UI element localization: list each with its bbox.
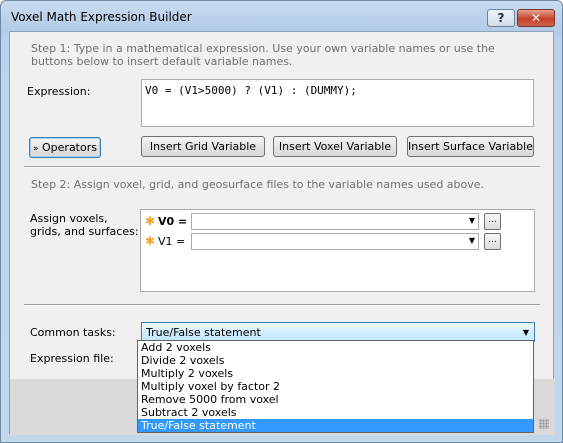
required-star-icon: ✱ — [145, 214, 156, 228]
dropdown-arrow-icon: ▼ — [522, 328, 529, 337]
step1-instructions: Step 1: Type in a mathematical expressio… — [31, 42, 495, 68]
dropdown-arrow-icon: ▼ — [468, 236, 475, 245]
variable-assignment-list: ✱ V0 = ▼ ... ✱ V1 = ▼ ... — [140, 209, 535, 292]
operators-button[interactable]: » Operators — [29, 137, 101, 158]
window-title: Voxel Math Expression Builder — [11, 10, 192, 24]
assign-label: Assign voxels, grids, and surfaces: — [30, 212, 139, 238]
insert-grid-variable-button[interactable]: Insert Grid Variable — [141, 136, 265, 157]
title-bar[interactable]: Voxel Math Expression Builder ? ✕ — [1, 1, 562, 31]
common-tasks-combobox[interactable]: True/False statement ▼ — [141, 322, 535, 342]
expression-input[interactable]: V0 = (V1>5000) ? (V1) : (DUMMY); — [141, 79, 534, 127]
operators-label: Operators — [42, 141, 97, 154]
dropdown-option[interactable]: Multiply voxel by factor 2 — [138, 380, 533, 393]
common-tasks-selected: True/False statement — [146, 326, 261, 339]
dropdown-option[interactable]: Subtract 2 voxels — [138, 406, 533, 419]
separator-2 — [24, 304, 540, 306]
dropdown-arrow-icon: ▼ — [468, 216, 475, 225]
variable-row-v1: ✱ V1 = ▼ ... — [143, 233, 533, 250]
browse-button-v0[interactable]: ... — [484, 213, 501, 230]
common-tasks-dropdown-list: Add 2 voxels Divide 2 voxels Multiply 2 … — [137, 340, 534, 433]
variable-name-v1: V1 = — [158, 235, 186, 248]
insert-surface-variable-button[interactable]: Insert Surface Variable — [407, 136, 534, 157]
close-button[interactable]: ✕ — [517, 9, 555, 27]
variable-file-select-v1[interactable]: ▼ — [191, 233, 479, 250]
dropdown-option[interactable]: Divide 2 voxels — [138, 354, 533, 367]
dropdown-option-selected[interactable]: True/False statement — [138, 419, 533, 432]
expression-file-label: Expression file: — [30, 352, 114, 365]
help-button[interactable]: ? — [487, 9, 515, 27]
variable-name-v0: V0 = — [158, 215, 188, 228]
step2-instructions: Step 2: Assign voxel, grid, and geosurfa… — [31, 178, 485, 191]
dropdown-option[interactable]: Add 2 voxels — [138, 341, 533, 354]
required-star-icon: ✱ — [145, 234, 156, 248]
insert-voxel-variable-button[interactable]: Insert Voxel Variable — [273, 136, 397, 157]
variable-row-v0: ✱ V0 = ▼ ... — [143, 213, 533, 230]
browse-button-v1[interactable]: ... — [484, 233, 501, 250]
dropdown-option[interactable]: Multiply 2 voxels — [138, 367, 533, 380]
expression-label: Expression: — [27, 85, 91, 98]
common-tasks-label: Common tasks: — [30, 326, 116, 339]
separator-1 — [24, 166, 540, 168]
variable-file-select-v0[interactable]: ▼ — [191, 213, 479, 230]
double-chevron-down-icon: » — [33, 144, 39, 154]
dropdown-option[interactable]: Remove 5000 from voxel — [138, 393, 533, 406]
resize-grip-icon[interactable] — [539, 419, 549, 429]
